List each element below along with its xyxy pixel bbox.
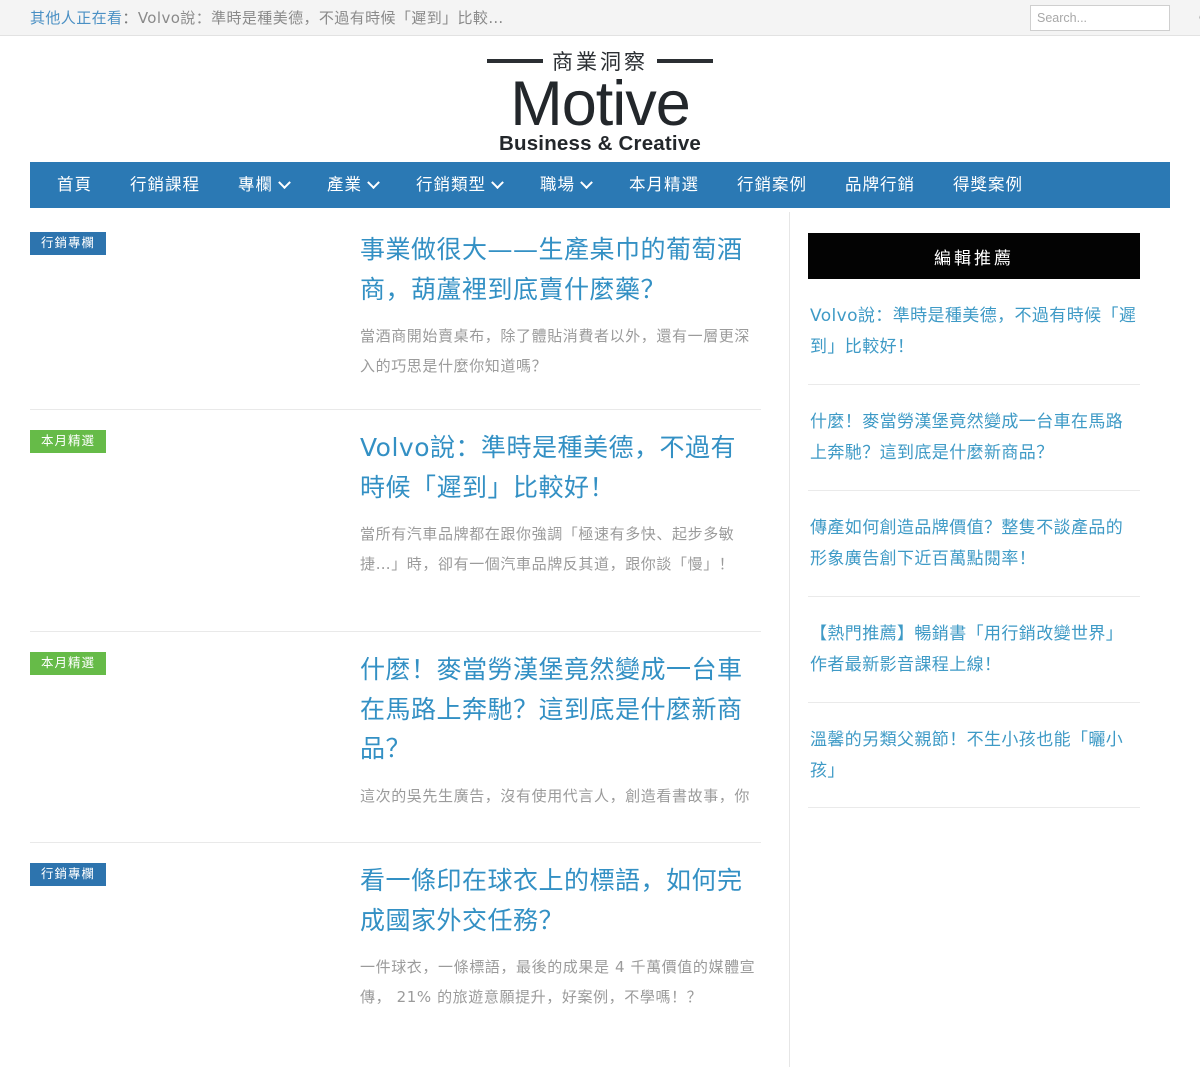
article-excerpt: 這次的吳先生廣告，沒有使用代言人，創造看書故事，你覺得這是什麼樣的廣告？ <box>360 781 761 815</box>
nav-item-label: 本月精選 <box>629 162 699 208</box>
article-row[interactable]: 本月精選 Volvo說：準時是種美德，不過有時候「遲到」比較好！ 當所有汽車品牌… <box>30 410 761 632</box>
nav-item-1[interactable]: 行銷課程 <box>111 162 219 208</box>
article-title[interactable]: 什麼！麥當勞漢堡竟然變成一台車在馬路上奔馳？這到底是什麼新商品？ <box>360 650 761 769</box>
article-excerpt: 一件球衣，一條標語，最後的成果是 4 千萬價值的媒體宣傳， 21% 的旅遊意願提… <box>360 952 761 1012</box>
article-title[interactable]: 事業做很大——生產桌巾的葡萄酒商，葫蘆裡到底賣什麼藥？ <box>360 230 761 309</box>
trending-ticker-label: 其他人正在看 <box>30 9 122 27</box>
search-input[interactable] <box>1037 11 1198 25</box>
main-navigation: 首頁 行銷課程 專欄 產業 行銷類型 職場 本月精選 行銷案例 品牌行銷 得獎案… <box>30 162 1170 208</box>
trending-ticker-text[interactable]: Volvo說：準時是種美德，不過有時候「遲到」比較… <box>138 9 504 27</box>
nav-item-label: 職場 <box>540 162 575 208</box>
chevron-down-icon[interactable] <box>367 176 380 189</box>
nav-item-label: 得獎案例 <box>953 162 1023 208</box>
category-badge[interactable]: 本月精選 <box>30 430 106 453</box>
nav-item-label: 品牌行銷 <box>845 162 915 208</box>
nav-item-3[interactable]: 產業 <box>308 162 397 208</box>
sidebar-item-0[interactable]: Volvo說：準時是種美德，不過有時候「遲到」比較好！ <box>808 279 1140 385</box>
sidebar-item-4[interactable]: 溫馨的另類父親節！不生小孩也能「曬小孩」 <box>808 703 1140 809</box>
category-badge[interactable]: 本月精選 <box>30 652 106 675</box>
nav-item-label: 行銷類型 <box>416 162 486 208</box>
search-box[interactable] <box>1030 5 1170 31</box>
nav-item-6[interactable]: 本月精選 <box>610 162 718 208</box>
chevron-down-icon[interactable] <box>580 176 593 189</box>
page-body: 行銷專欄 事業做很大——生產桌巾的葡萄酒商，葫蘆裡到底賣什麼藥？ 當酒商開始賣桌… <box>0 212 1200 1067</box>
sidebar-heading: 編輯推薦 <box>808 233 1140 279</box>
article-body: 事業做很大——生產桌巾的葡萄酒商，葫蘆裡到底賣什麼藥？ 當酒商開始賣桌布，除了體… <box>360 230 761 393</box>
chevron-down-icon[interactable] <box>278 176 291 189</box>
nav-item-0[interactable]: 首頁 <box>38 162 111 208</box>
nav-item-label: 行銷課程 <box>130 162 200 208</box>
nav-item-8[interactable]: 品牌行銷 <box>826 162 934 208</box>
article-excerpt: 當所有汽車品牌都在跟你強調「極速有多快、起步多敏捷…」時，卻有一個汽車品牌反其道… <box>360 519 761 579</box>
category-badge[interactable]: 行銷專欄 <box>30 232 106 255</box>
article-meta: 行銷專欄 <box>30 230 360 393</box>
article-body: 看一條印在球衣上的標語，如何完成國家外交任務？ 一件球衣，一條標語，最後的成果是… <box>360 861 761 1017</box>
nav-item-9[interactable]: 得獎案例 <box>934 162 1042 208</box>
sidebar-item-3[interactable]: 【熱門推薦】暢銷書「用行銷改變世界」作者最新影音課程上線！ <box>808 597 1140 703</box>
article-excerpt: 當酒商開始賣桌布，除了體貼消費者以外，還有一層更深入的巧思是什麼你知道嗎？ <box>360 321 761 381</box>
article-row[interactable]: 行銷專欄 事業做很大——生產桌巾的葡萄酒商，葫蘆裡到底賣什麼藥？ 當酒商開始賣桌… <box>30 212 761 410</box>
article-row[interactable]: 行銷專欄 看一條印在球衣上的標語，如何完成國家外交任務？ 一件球衣，一條標語，最… <box>30 843 761 1033</box>
nav-item-label: 首頁 <box>57 162 92 208</box>
article-meta: 行銷專欄 <box>30 861 360 1017</box>
logo-wordmark: Motive <box>510 72 690 136</box>
nav-item-7[interactable]: 行銷案例 <box>718 162 826 208</box>
site-logo[interactable]: 商業洞察 Motive Business & Creative <box>0 36 1200 162</box>
category-badge[interactable]: 行銷專欄 <box>30 863 106 886</box>
nav-item-label: 行銷案例 <box>737 162 807 208</box>
nav-item-4[interactable]: 行銷類型 <box>397 162 521 208</box>
sidebar-item-1[interactable]: 什麼！麥當勞漢堡竟然變成一台車在馬路上奔馳？這到底是什麼新商品？ <box>808 385 1140 491</box>
nav-item-5[interactable]: 職場 <box>521 162 610 208</box>
article-meta: 本月精選 <box>30 650 360 826</box>
trending-ticker[interactable]: 其他人正在看：Volvo說：準時是種美德，不過有時候「遲到」比較… <box>30 7 504 28</box>
top-bar: 其他人正在看：Volvo說：準時是種美德，不過有時候「遲到」比較… <box>0 0 1200 36</box>
sidebar: 編輯推薦 Volvo說：準時是種美德，不過有時候「遲到」比較好！ 什麼！麥當勞漢… <box>790 212 1140 1067</box>
logo-dash-left-icon <box>487 59 543 63</box>
logo-dash-right-icon <box>657 59 713 63</box>
nav-item-2[interactable]: 專欄 <box>219 162 308 208</box>
article-list: 行銷專欄 事業做很大——生產桌巾的葡萄酒商，葫蘆裡到底賣什麼藥？ 當酒商開始賣桌… <box>30 212 790 1067</box>
nav-item-label: 專欄 <box>238 162 273 208</box>
sidebar-item-2[interactable]: 傳產如何創造品牌價值？整隻不談產品的形象廣告創下近百萬點閱率！ <box>808 491 1140 597</box>
trending-ticker-separator: ： <box>122 9 137 27</box>
article-row[interactable]: 本月精選 什麼！麥當勞漢堡竟然變成一台車在馬路上奔馳？這到底是什麼新商品？ 這次… <box>30 632 761 843</box>
logo-tagline: Business & Creative <box>499 132 701 156</box>
article-body: Volvo說：準時是種美德，不過有時候「遲到」比較好！ 當所有汽車品牌都在跟你強… <box>360 428 761 615</box>
nav-item-label: 產業 <box>327 162 362 208</box>
article-body: 什麼！麥當勞漢堡竟然變成一台車在馬路上奔馳？這到底是什麼新商品？ 這次的吳先生廣… <box>360 650 761 826</box>
chevron-down-icon[interactable] <box>491 176 504 189</box>
article-title[interactable]: Volvo說：準時是種美德，不過有時候「遲到」比較好！ <box>360 428 761 507</box>
article-title[interactable]: 看一條印在球衣上的標語，如何完成國家外交任務？ <box>360 861 761 940</box>
article-meta: 本月精選 <box>30 428 360 615</box>
